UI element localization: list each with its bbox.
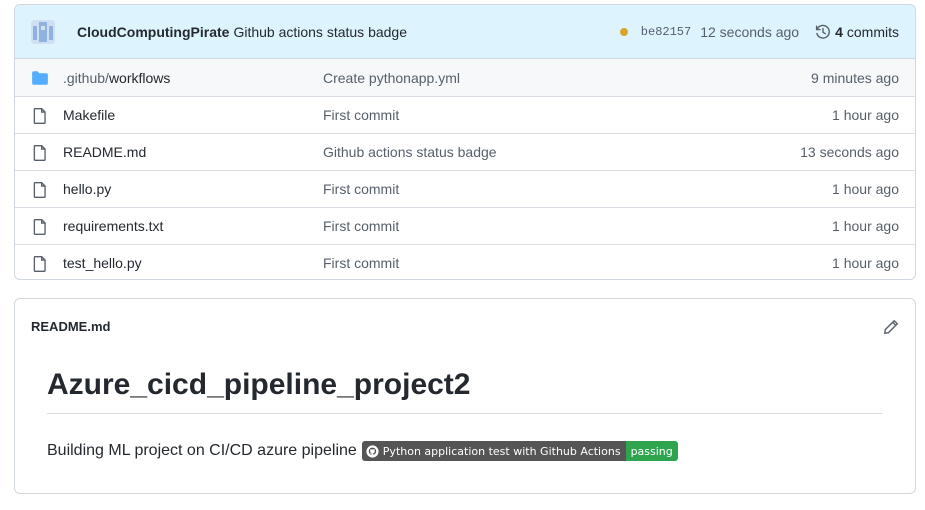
file-name: hello.py	[63, 181, 112, 197]
file-commit-age: 1 hour ago	[832, 255, 899, 271]
commit-count-label: commits	[846, 24, 899, 40]
file-commit-message-link[interactable]: First commit	[323, 107, 399, 123]
file-commit-age: 1 hour ago	[832, 181, 899, 197]
file-icon	[31, 255, 49, 273]
github-icon	[366, 444, 379, 458]
file-name: workflows	[108, 69, 171, 86]
file-name-link[interactable]: Makefile	[63, 107, 115, 123]
file-commit-message-link[interactable]: Create pythonapp.yml	[323, 70, 460, 86]
readme-paragraph: Building ML project on CI/CD azure pipel…	[47, 441, 678, 461]
file-name: requirements.txt	[63, 218, 164, 234]
workflow-status-badge[interactable]: Python application test with Github Acti…	[361, 441, 678, 461]
commit-message-link[interactable]: Github actions status badge	[233, 24, 407, 40]
badge-status: passing	[625, 441, 678, 461]
file-name-link[interactable]: requirements.txt	[63, 218, 163, 234]
commit-count: 4	[835, 24, 843, 40]
file-name-link[interactable]: test_hello.py	[63, 255, 142, 271]
commits-history-link[interactable]: 4 commits	[815, 24, 899, 40]
file-name: test_hello.py	[63, 255, 142, 271]
commit-sha-link[interactable]: be82157	[641, 25, 691, 39]
file-name-link[interactable]: .github/workflows	[63, 70, 170, 86]
badge-label-part: Python application test with Github Acti…	[361, 441, 626, 461]
history-icon	[815, 24, 831, 39]
commit-author-link[interactable]: CloudComputingPirate	[77, 24, 229, 40]
file-name-link[interactable]: hello.py	[63, 181, 111, 197]
readme-filename: README.md	[31, 319, 111, 334]
file-icon	[31, 107, 49, 125]
file-commit-age: 13 seconds ago	[800, 144, 899, 160]
file-commit-message-link[interactable]: First commit	[323, 181, 399, 197]
file-commit-message-link[interactable]: First commit	[323, 255, 399, 271]
file-name-prefix: .github/	[63, 69, 109, 86]
commit-status-indicator[interactable]	[619, 28, 628, 36]
file-row[interactable]: requirements.txt First commit 1 hour ago	[15, 207, 915, 244]
folder-icon	[31, 69, 49, 87]
file-row[interactable]: Makefile First commit 1 hour ago	[15, 96, 915, 133]
file-browser: CloudComputingPirate Github actions stat…	[14, 4, 916, 280]
file-name-link[interactable]: README.md	[63, 144, 146, 160]
file-row[interactable]: .github/workflows Create pythonapp.yml 9 m…	[15, 59, 915, 96]
file-name: Makefile	[63, 107, 116, 123]
badge-label: Python application test with Github Acti…	[382, 444, 621, 458]
file-row[interactable]: test_hello.py First commit 1 hour ago	[15, 244, 915, 279]
file-name: README.md	[63, 144, 147, 160]
file-commit-age: 1 hour ago	[832, 107, 899, 123]
file-row[interactable]: hello.py First commit 1 hour ago	[15, 170, 915, 207]
readme-heading: Azure_cicd_pipeline_project2	[47, 365, 883, 414]
readme-paragraph-text: Building ML project on CI/CD azure pipel…	[47, 442, 357, 459]
file-icon	[31, 218, 49, 236]
readme-panel: README.md Azure_cicd_pipeline_project2 B…	[14, 298, 916, 494]
pencil-icon[interactable]	[883, 319, 899, 335]
file-icon	[31, 144, 49, 162]
commit-time: 12 seconds ago	[700, 24, 800, 40]
file-commit-message-link[interactable]: Github actions status badge	[323, 144, 497, 160]
file-commit-message-link[interactable]: First commit	[323, 218, 399, 234]
file-icon	[31, 181, 49, 199]
file-commit-age: 1 hour ago	[832, 218, 899, 234]
latest-commit-bar: CloudComputingPirate Github actions stat…	[15, 5, 915, 59]
file-row[interactable]: README.md Github actions status badge 13 s…	[15, 133, 915, 170]
file-commit-age: 9 minutes ago	[811, 69, 899, 86]
avatar-icon	[31, 19, 55, 44]
avatar[interactable]	[31, 19, 55, 44]
